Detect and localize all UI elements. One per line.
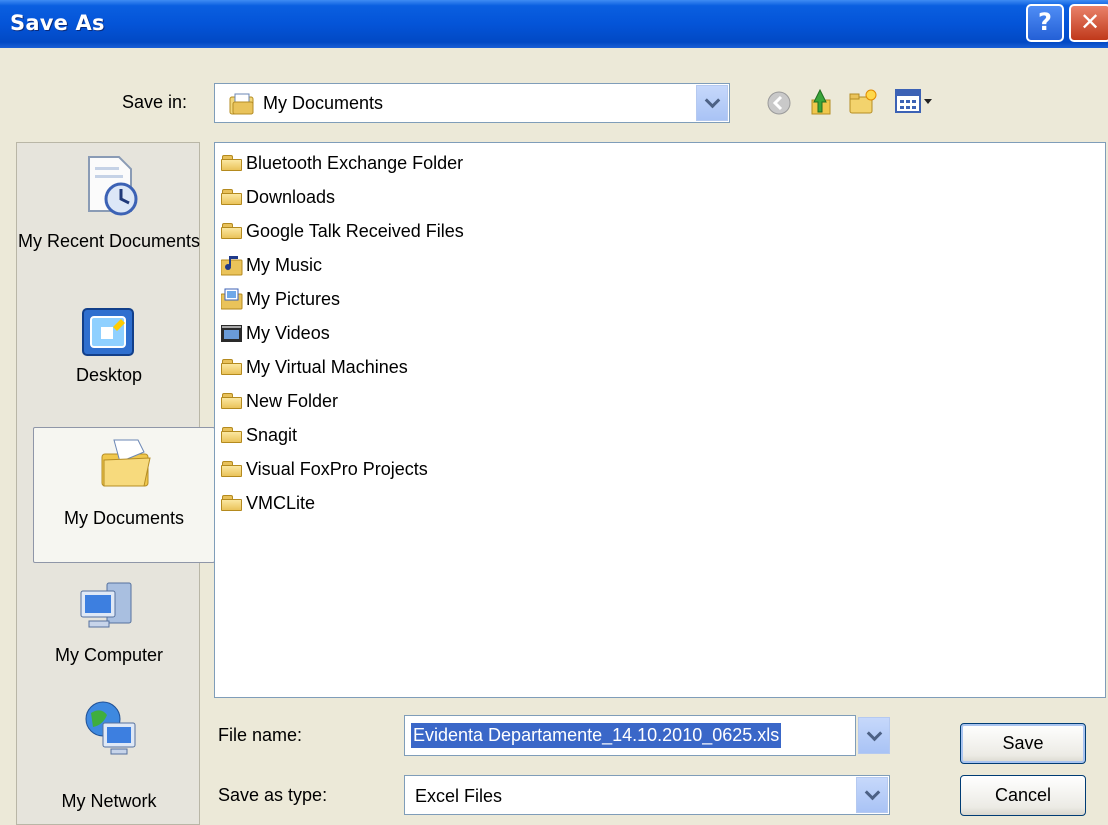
save-as-type-value: Excel Files xyxy=(415,786,503,806)
my-network-icon xyxy=(81,699,143,764)
close-button[interactable]: ✕ xyxy=(1069,4,1108,42)
list-item-label: My Virtual Machines xyxy=(246,356,408,377)
list-item[interactable]: New Folder xyxy=(221,386,338,416)
list-item[interactable]: Google Talk Received Files xyxy=(221,216,464,246)
chevron-down-icon xyxy=(864,784,880,801)
file-name-dropdown[interactable] xyxy=(854,715,890,756)
folder-icon xyxy=(221,359,243,375)
place-label: My Network xyxy=(61,791,157,811)
place-my-network[interactable]: My Network xyxy=(17,699,201,819)
places-bar: My Recent Documents Desktop My Documents… xyxy=(16,142,215,825)
pictures-folder-icon xyxy=(220,288,243,310)
list-item[interactable]: Visual FoxPro Projects xyxy=(221,454,428,484)
list-item-label: New Folder xyxy=(246,390,339,411)
cancel-button[interactable]: Cancel xyxy=(960,775,1086,816)
file-name-label: File name: xyxy=(218,725,303,745)
save-button[interactable]: Save xyxy=(960,723,1086,764)
list-item-label: Snagit xyxy=(246,424,298,445)
back-icon[interactable] xyxy=(766,90,792,121)
place-my-recent-documents[interactable]: My Recent Documents xyxy=(17,149,201,299)
place-label: My Documents xyxy=(63,508,185,528)
place-my-documents[interactable]: My Documents xyxy=(33,427,215,563)
window-title: Save As xyxy=(10,11,105,35)
list-item[interactable]: My Pictures xyxy=(220,284,341,314)
music-folder-icon xyxy=(220,254,243,276)
list-item[interactable]: Snagit xyxy=(221,420,297,450)
save-as-type-dropdown-button[interactable] xyxy=(856,777,888,813)
folder-icon xyxy=(221,427,243,443)
save-as-dialog: Save As ? ✕ Save in: My Documents My Rec… xyxy=(0,0,1108,825)
up-folder-icon[interactable] xyxy=(806,86,834,123)
file-name-combobox[interactable]: Evidenta Departamente_14.10.2010_0625.xl… xyxy=(404,715,890,756)
place-label: Desktop xyxy=(75,365,143,385)
list-item-label: Bluetooth Exchange Folder xyxy=(246,152,464,173)
list-item[interactable]: VMCLite xyxy=(221,488,315,518)
save-in-dropdown-button[interactable] xyxy=(696,85,728,121)
list-item-label: Google Talk Received Files xyxy=(246,220,464,241)
file-name-selected-text: Evidenta Departamente_14.10.2010_0625.xl… xyxy=(411,723,782,748)
folder-icon xyxy=(221,393,243,409)
help-button[interactable]: ? xyxy=(1026,4,1064,42)
title-bar[interactable]: Save As ? ✕ xyxy=(0,0,1108,48)
list-item-label: Downloads xyxy=(246,186,336,207)
place-my-computer[interactable]: My Computer xyxy=(17,577,201,697)
my-documents-icon xyxy=(100,438,154,497)
new-folder-icon[interactable] xyxy=(848,88,878,121)
my-computer-icon xyxy=(77,579,139,640)
chevron-down-icon xyxy=(704,92,720,109)
save-as-type-select[interactable]: Excel Files xyxy=(404,775,890,815)
save-in-label: Save in: xyxy=(122,92,188,112)
my-documents-small-icon xyxy=(229,92,255,121)
list-item[interactable]: My Virtual Machines xyxy=(221,352,408,382)
list-item-label: Visual FoxPro Projects xyxy=(246,458,428,479)
folder-icon xyxy=(221,155,243,171)
list-item[interactable]: My Music xyxy=(220,250,322,280)
list-item-label: My Videos xyxy=(246,322,330,343)
file-list[interactable]: Bluetooth Exchange Folder Downloads Goog… xyxy=(214,142,1106,698)
list-item-label: VMCLite xyxy=(246,492,316,513)
folder-icon xyxy=(221,495,243,511)
recent-documents-icon xyxy=(77,153,143,224)
folder-icon xyxy=(221,189,243,205)
folder-icon xyxy=(221,223,243,239)
place-desktop[interactable]: Desktop xyxy=(17,303,201,423)
list-item[interactable]: Bluetooth Exchange Folder xyxy=(221,148,463,178)
save-in-value: My Documents xyxy=(263,93,384,113)
place-label: My Computer xyxy=(54,645,164,665)
views-menu-icon[interactable] xyxy=(894,88,934,119)
save-as-type-label: Save as type: xyxy=(218,785,328,805)
chevron-down-icon xyxy=(866,725,882,741)
place-label: My Recent Documents xyxy=(17,231,201,251)
desktop-icon xyxy=(79,305,139,366)
videos-folder-icon xyxy=(221,322,243,344)
save-in-combobox[interactable]: My Documents xyxy=(214,83,730,123)
list-item-label: My Pictures xyxy=(246,288,341,309)
list-item[interactable]: Downloads xyxy=(221,182,335,212)
list-item[interactable]: My Videos xyxy=(221,318,330,348)
list-item-label: My Music xyxy=(246,254,322,275)
folder-icon xyxy=(221,461,243,477)
